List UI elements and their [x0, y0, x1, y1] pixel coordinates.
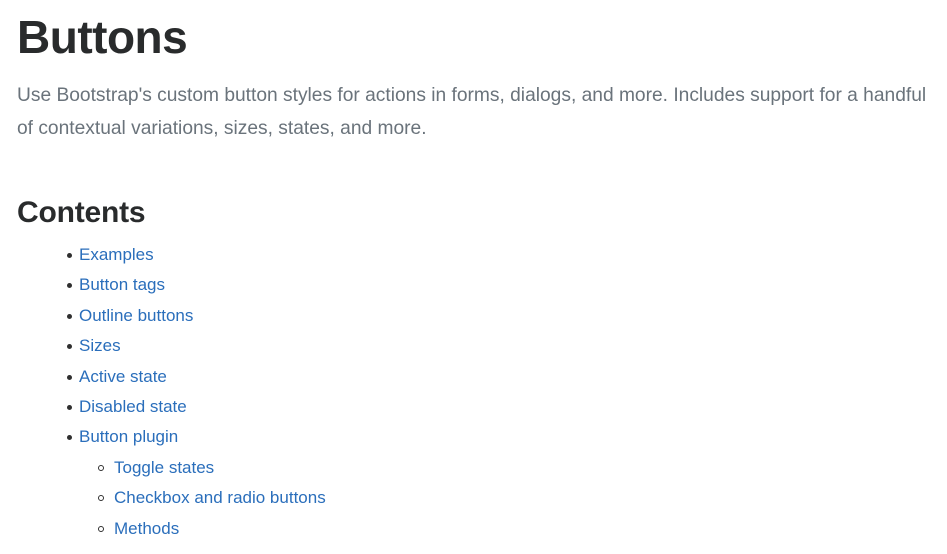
bullet-disc-icon: [67, 374, 72, 380]
bullet-disc-icon: [67, 404, 72, 410]
bullet-disc-icon: [67, 283, 72, 289]
list-item: Button plugin: [17, 422, 930, 452]
list-item: Checkbox and radio buttons: [17, 483, 930, 513]
page-title: Buttons: [17, 11, 188, 63]
toc-link-button-tags[interactable]: Button tags: [79, 275, 165, 294]
bullet-circle-icon: [98, 464, 104, 471]
toc-link-active-state[interactable]: Active state: [79, 367, 167, 386]
list-item: Button tags: [17, 270, 930, 300]
bullet-disc-icon: [67, 344, 72, 350]
list-item: Toggle states: [17, 453, 930, 483]
document-page: Buttons Use Bootstrap's custom button st…: [0, 0, 947, 554]
bullet-circle-icon: [98, 525, 104, 532]
toc-link-checkbox-and-radio-buttons[interactable]: Checkbox and radio buttons: [114, 488, 326, 507]
bullet-disc-icon: [67, 253, 72, 258]
list-item: Examples: [17, 240, 930, 270]
list-item: Outline buttons: [17, 301, 930, 331]
toc-link-outline-buttons[interactable]: Outline buttons: [79, 306, 193, 325]
toc-link-disabled-state[interactable]: Disabled state: [79, 397, 187, 416]
table-of-contents: Examples Button tags Outline buttons Siz…: [17, 231, 930, 544]
list-item: Active state: [17, 362, 930, 392]
table-of-contents-sublist: Toggle states Checkbox and radio buttons…: [17, 453, 930, 544]
toc-link-sizes[interactable]: Sizes: [79, 336, 121, 355]
bullet-circle-icon: [98, 495, 104, 502]
toc-link-button-plugin[interactable]: Button plugin: [79, 427, 178, 446]
list-item: Disabled state: [17, 392, 930, 422]
contents-heading: Contents: [17, 196, 146, 229]
toc-link-examples[interactable]: Examples: [79, 245, 154, 264]
toc-link-toggle-states[interactable]: Toggle states: [114, 458, 214, 477]
bullet-disc-icon: [67, 435, 72, 441]
page-lead-description: Use Bootstrap's custom button styles for…: [17, 85, 927, 139]
list-item: Methods: [17, 514, 930, 544]
toc-link-methods[interactable]: Methods: [114, 519, 179, 538]
list-item: Sizes: [17, 331, 930, 361]
bullet-disc-icon: [67, 313, 72, 319]
